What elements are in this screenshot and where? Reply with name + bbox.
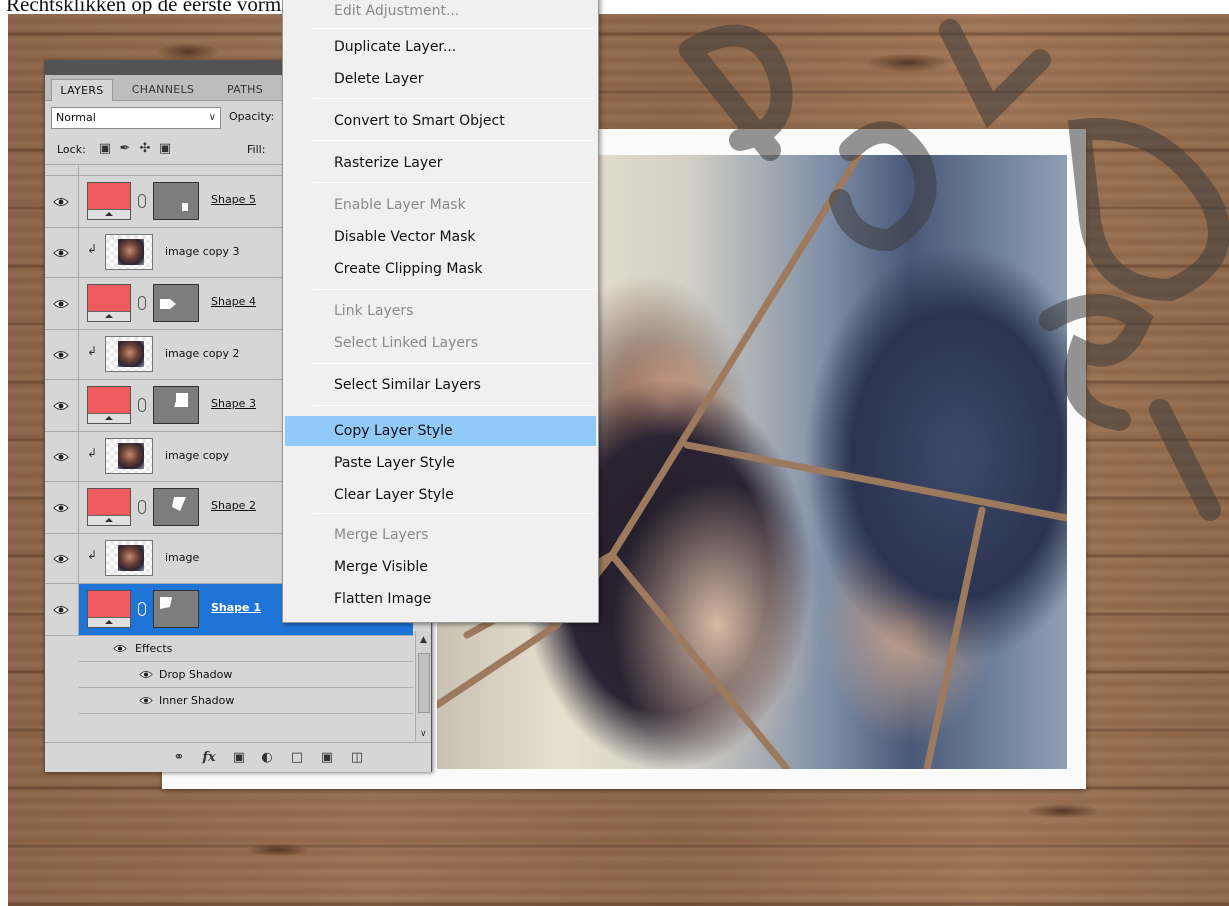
clipping-arrow-icon: ↲ (87, 446, 98, 460)
panel-bottom-bar: ⚭ fx ▣ ◐ □ ▣ ◫ (45, 742, 431, 772)
effect-label: Inner Shadow (159, 694, 235, 707)
scroll-down-icon[interactable]: ∨ (420, 729, 427, 739)
eye-icon[interactable] (45, 482, 79, 533)
add-style-icon[interactable]: fx (199, 749, 219, 767)
effect-label: Drop Shadow (159, 668, 233, 681)
lock-all-padlock-icon[interactable]: ▣ (157, 141, 173, 157)
tab-paths[interactable]: PATHS (215, 79, 275, 101)
eye-icon[interactable] (45, 278, 79, 329)
chain-link-icon[interactable] (138, 194, 146, 208)
effects-row[interactable]: Effects (79, 636, 413, 662)
fill-color-swatch[interactable] (87, 284, 131, 322)
menu-item-select-similar-layers[interactable]: Select Similar Layers (285, 371, 596, 399)
layer-context-menu: Edit Adjustment... Duplicate Layer... De… (282, 0, 599, 623)
layer-name: image copy 2 (165, 347, 240, 360)
lock-position-move-icon[interactable]: ✣ (137, 141, 153, 157)
layer-name: image copy (165, 449, 230, 462)
layer-name: Shape 5 (211, 193, 256, 206)
menu-item-copy-layer-style[interactable]: Copy Layer Style (285, 416, 596, 446)
menu-item-enable-layer-mask[interactable]: Enable Layer Mask (285, 191, 596, 219)
new-layer-icon[interactable]: ▣ (317, 749, 337, 767)
fill-color-swatch[interactable] (87, 386, 131, 424)
blend-mode-select[interactable]: Normal ∨ (51, 107, 221, 129)
menu-item-edit-adjustment[interactable]: Edit Adjustment... (285, 0, 596, 25)
menu-item-link-layers[interactable]: Link Layers (285, 297, 596, 325)
tab-channels[interactable]: CHANNELS (117, 79, 209, 101)
eye-icon[interactable] (45, 584, 79, 635)
image-thumbnail[interactable] (105, 438, 153, 474)
scroll-thumb[interactable] (418, 653, 430, 713)
effects-label: Effects (135, 642, 173, 655)
chevron-down-icon: ∨ (208, 112, 216, 123)
menu-item-convert-to-smart-object[interactable]: Convert to Smart Object (285, 107, 596, 135)
eye-icon[interactable] (45, 330, 79, 379)
layer-name: Shape 3 (211, 397, 256, 410)
layers-scrollbar[interactable]: ▲ ∨ (415, 631, 431, 741)
chain-link-icon[interactable] (138, 296, 146, 310)
layer-name: Shape 1 (211, 601, 261, 614)
clipping-arrow-icon: ↲ (87, 242, 98, 256)
vector-mask-thumbnail[interactable] (153, 386, 199, 424)
add-mask-icon[interactable]: ▣ (229, 749, 249, 767)
menu-item-flatten-image[interactable]: Flatten Image (285, 585, 596, 613)
chain-link-icon[interactable] (138, 398, 146, 412)
opacity-label: Opacity: (229, 110, 275, 123)
eye-icon[interactable] (45, 228, 79, 277)
menu-item-create-clipping-mask[interactable]: Create Clipping Mask (285, 255, 596, 283)
tutorial-caption: Rechtsklikken op de eerste vorm laag → K… (6, 0, 598, 14)
image-thumbnail[interactable] (105, 540, 153, 576)
eye-icon[interactable] (45, 176, 79, 227)
vector-mask-thumbnail[interactable] (153, 182, 199, 220)
chain-link-icon[interactable] (138, 500, 146, 514)
menu-item-disable-vector-mask[interactable]: Disable Vector Mask (285, 223, 596, 251)
eye-icon[interactable] (45, 534, 79, 583)
vector-mask-thumbnail[interactable] (153, 284, 199, 322)
effect-row-drop-shadow[interactable]: Drop Shadow (79, 662, 413, 688)
menu-item-paste-layer-style[interactable]: Paste Layer Style (285, 449, 596, 477)
menu-item-merge-visible[interactable]: Merge Visible (285, 553, 596, 581)
vector-mask-thumbnail[interactable] (153, 488, 199, 526)
lock-transparency-icon[interactable]: ▣ (97, 141, 113, 157)
fill-label: Fill: (247, 143, 266, 156)
eye-icon[interactable] (139, 669, 153, 680)
menu-item-merge-layers[interactable]: Merge Layers (285, 521, 596, 549)
link-layers-icon[interactable]: ⚭ (169, 749, 189, 767)
eye-icon[interactable] (113, 643, 127, 654)
blend-mode-value: Normal (56, 111, 96, 124)
layer-name: Shape 4 (211, 295, 256, 308)
layer-name: image (165, 551, 200, 564)
menu-item-select-linked-layers[interactable]: Select Linked Layers (285, 329, 596, 357)
chain-link-icon[interactable] (138, 602, 146, 616)
scroll-up-icon[interactable]: ▲ (420, 635, 427, 645)
adjustment-layer-icon[interactable]: ◐ (257, 749, 277, 767)
effect-row-inner-shadow[interactable]: Inner Shadow (79, 688, 413, 714)
fill-color-swatch[interactable] (87, 488, 131, 526)
tab-layers[interactable]: LAYERS (51, 79, 113, 101)
eye-icon[interactable] (45, 380, 79, 431)
clipping-arrow-icon: ↲ (87, 344, 98, 358)
menu-item-delete-layer[interactable]: Delete Layer (285, 65, 596, 93)
clipping-arrow-icon: ↲ (87, 548, 98, 562)
menu-item-rasterize-layer[interactable]: Rasterize Layer (285, 149, 596, 177)
layer-name: image copy 3 (165, 245, 240, 258)
image-thumbnail[interactable] (105, 336, 153, 372)
menu-item-clear-layer-style[interactable]: Clear Layer Style (285, 481, 596, 509)
lock-pixels-brush-icon[interactable]: ✒ (117, 141, 133, 157)
fill-color-swatch[interactable] (87, 182, 131, 220)
image-thumbnail[interactable] (105, 234, 153, 270)
menu-item-duplicate-layer[interactable]: Duplicate Layer... (285, 33, 596, 61)
eye-icon[interactable] (139, 695, 153, 706)
lock-label: Lock: (57, 143, 86, 156)
trash-icon[interactable]: ◫ (347, 749, 367, 767)
eye-icon[interactable] (45, 432, 79, 481)
vector-mask-thumbnail[interactable] (153, 590, 199, 628)
new-group-icon[interactable]: □ (287, 749, 307, 767)
fill-color-swatch[interactable] (87, 590, 131, 628)
layer-name: Shape 2 (211, 499, 256, 512)
